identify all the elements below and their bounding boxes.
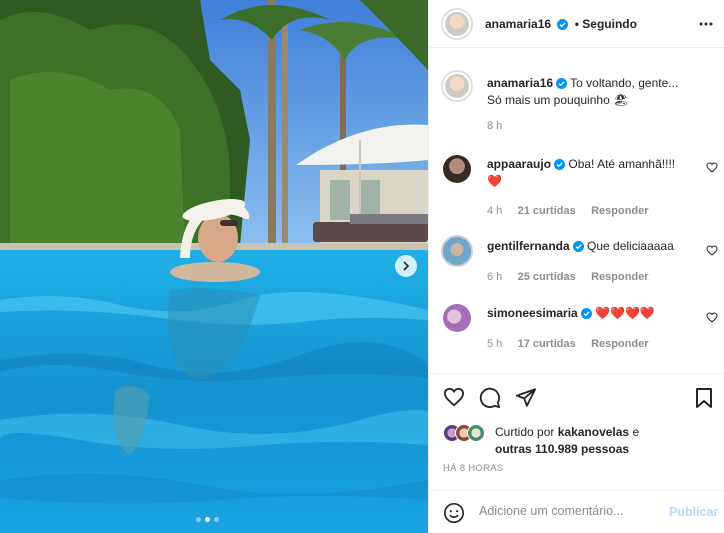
carousel-dot-active <box>205 517 210 522</box>
commenter-avatar[interactable] <box>441 235 473 267</box>
reply-button[interactable]: Responder <box>591 271 648 283</box>
avatar <box>467 424 485 442</box>
verified-badge-icon <box>556 78 568 90</box>
comment-likes[interactable]: 25 curtidas <box>518 271 576 283</box>
commenter-avatar[interactable] <box>443 155 471 183</box>
liked-by-others[interactable]: outras 110.989 pessoas <box>495 442 629 456</box>
carousel-dot <box>196 517 201 522</box>
comment-meta: 6 h 25 curtidas Responder <box>487 269 649 283</box>
comment-icon[interactable] <box>479 387 501 409</box>
pool-photo-image <box>0 0 428 533</box>
post-side-panel: anamaria16 • Seguindo anamaria16 To volt… <box>428 0 724 533</box>
post-caption: anamaria16 To voltando, gente... Só mais… <box>487 75 712 109</box>
caption-line-2: Só mais um pouquinho 🏖 <box>487 93 629 107</box>
liked-by-avatars[interactable] <box>443 424 493 442</box>
share-icon[interactable] <box>515 387 537 408</box>
comment-likes[interactable]: 17 curtidas <box>518 338 576 350</box>
reply-button[interactable]: Responder <box>591 338 648 350</box>
author-username[interactable]: anamaria16 <box>485 17 551 31</box>
carousel-dot <box>214 517 219 522</box>
comment-username[interactable]: simoneesimaria <box>487 306 578 320</box>
comment-time: 4 h <box>487 205 503 217</box>
bookmark-icon[interactable] <box>695 387 713 409</box>
verified-badge-icon <box>557 19 569 31</box>
comment-meta: 4 h 21 curtidas Responder <box>487 203 649 217</box>
emoji-icon[interactable] <box>443 502 465 524</box>
caption-username[interactable]: anamaria16 <box>487 76 553 90</box>
carousel-next-button[interactable] <box>395 255 417 277</box>
carousel-dots <box>196 517 219 522</box>
liked-by-suffix: e <box>632 425 640 439</box>
comment-text: Oba! Até amanhã!!!! <box>568 157 676 171</box>
heart-icon[interactable] <box>443 387 465 407</box>
comment-item: gentilfernanda Que deliciaaaaa <box>487 238 674 255</box>
follow-status[interactable]: • Seguindo <box>575 17 637 31</box>
post-time-ago[interactable]: HÁ 8 HORAS <box>443 463 504 474</box>
post-photo[interactable] <box>0 0 428 533</box>
publish-button[interactable]: Publicar <box>669 505 718 519</box>
actions-divider <box>429 373 724 374</box>
verified-badge-icon <box>554 159 566 171</box>
liked-by-text: Curtido por kakanovelas e outras 110.989… <box>495 424 639 458</box>
comment-likes[interactable]: 21 curtidas <box>518 205 576 217</box>
liked-by-user[interactable]: kakanovelas <box>558 425 629 439</box>
add-comment-bar: Publicar <box>429 490 724 533</box>
caption-line-1: To voltando, gente... <box>570 76 679 90</box>
comment-input[interactable] <box>479 504 659 518</box>
comment-item: simoneesimaria ❤️❤️❤️❤️ <box>487 305 655 322</box>
comment-like-heart-icon[interactable] <box>706 162 718 173</box>
post-header: anamaria16 • Seguindo <box>429 0 724 48</box>
comment-meta: 5 h 17 curtidas Responder <box>487 336 649 350</box>
comment-time: 5 h <box>487 338 503 350</box>
caption-author-avatar[interactable] <box>441 70 473 102</box>
verified-badge-icon <box>572 241 584 253</box>
comment-like-heart-icon[interactable] <box>706 245 718 256</box>
comment-text: Que deliciaaaaa <box>587 239 674 253</box>
comment-username[interactable]: appaaraujo <box>487 157 551 171</box>
reply-button[interactable]: Responder <box>591 205 648 217</box>
comment-item: appaaraujo Oba! Até amanhã!!!! ❤️ <box>487 156 675 190</box>
comment-time: 6 h <box>487 271 503 283</box>
comment-like-heart-icon[interactable] <box>706 312 718 323</box>
comment-emoji: ❤️ <box>487 174 502 188</box>
more-icon[interactable] <box>699 18 713 30</box>
chevron-right-icon <box>403 261 410 271</box>
commenter-avatar[interactable] <box>443 304 471 332</box>
verified-badge-icon <box>580 308 592 320</box>
author-avatar[interactable] <box>441 8 473 40</box>
caption-time: 8 h <box>487 120 503 132</box>
comment-username[interactable]: gentilfernanda <box>487 239 570 253</box>
liked-by-prefix: Curtido por <box>495 425 555 439</box>
comment-text: ❤️❤️❤️❤️ <box>595 306 655 320</box>
